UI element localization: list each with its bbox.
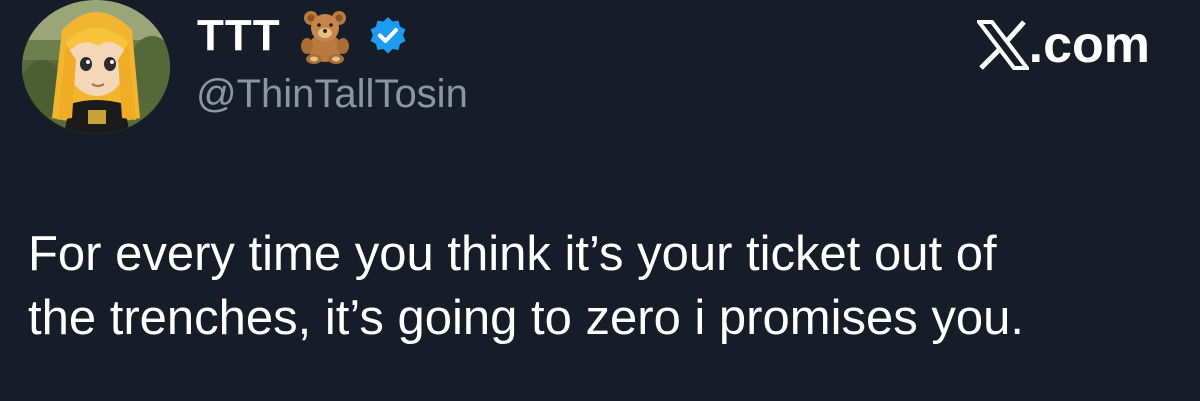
brand-watermark: .com [974, 16, 1150, 74]
display-name[interactable]: TTT [197, 14, 281, 58]
x-logo-icon [974, 20, 1031, 70]
tweet-line-2: the trenches, it’s going to zero i promi… [28, 291, 1024, 345]
tweet-line-1: For every time you think it’s your ticke… [28, 227, 997, 281]
profile-avatar[interactable] [22, 0, 170, 134]
tweet-text: For every time you think it’s your ticke… [28, 222, 1168, 350]
brand-domain-suffix: .com [1028, 16, 1150, 74]
teddy-bear-icon [295, 8, 355, 64]
author-name-row: TTT [197, 8, 409, 64]
author-handle[interactable]: @ThinTallTosin [196, 72, 468, 116]
verified-badge-icon[interactable] [367, 15, 409, 57]
tweet-card: TTT @ThinTallTosin .com For every time y… [0, 0, 1200, 401]
